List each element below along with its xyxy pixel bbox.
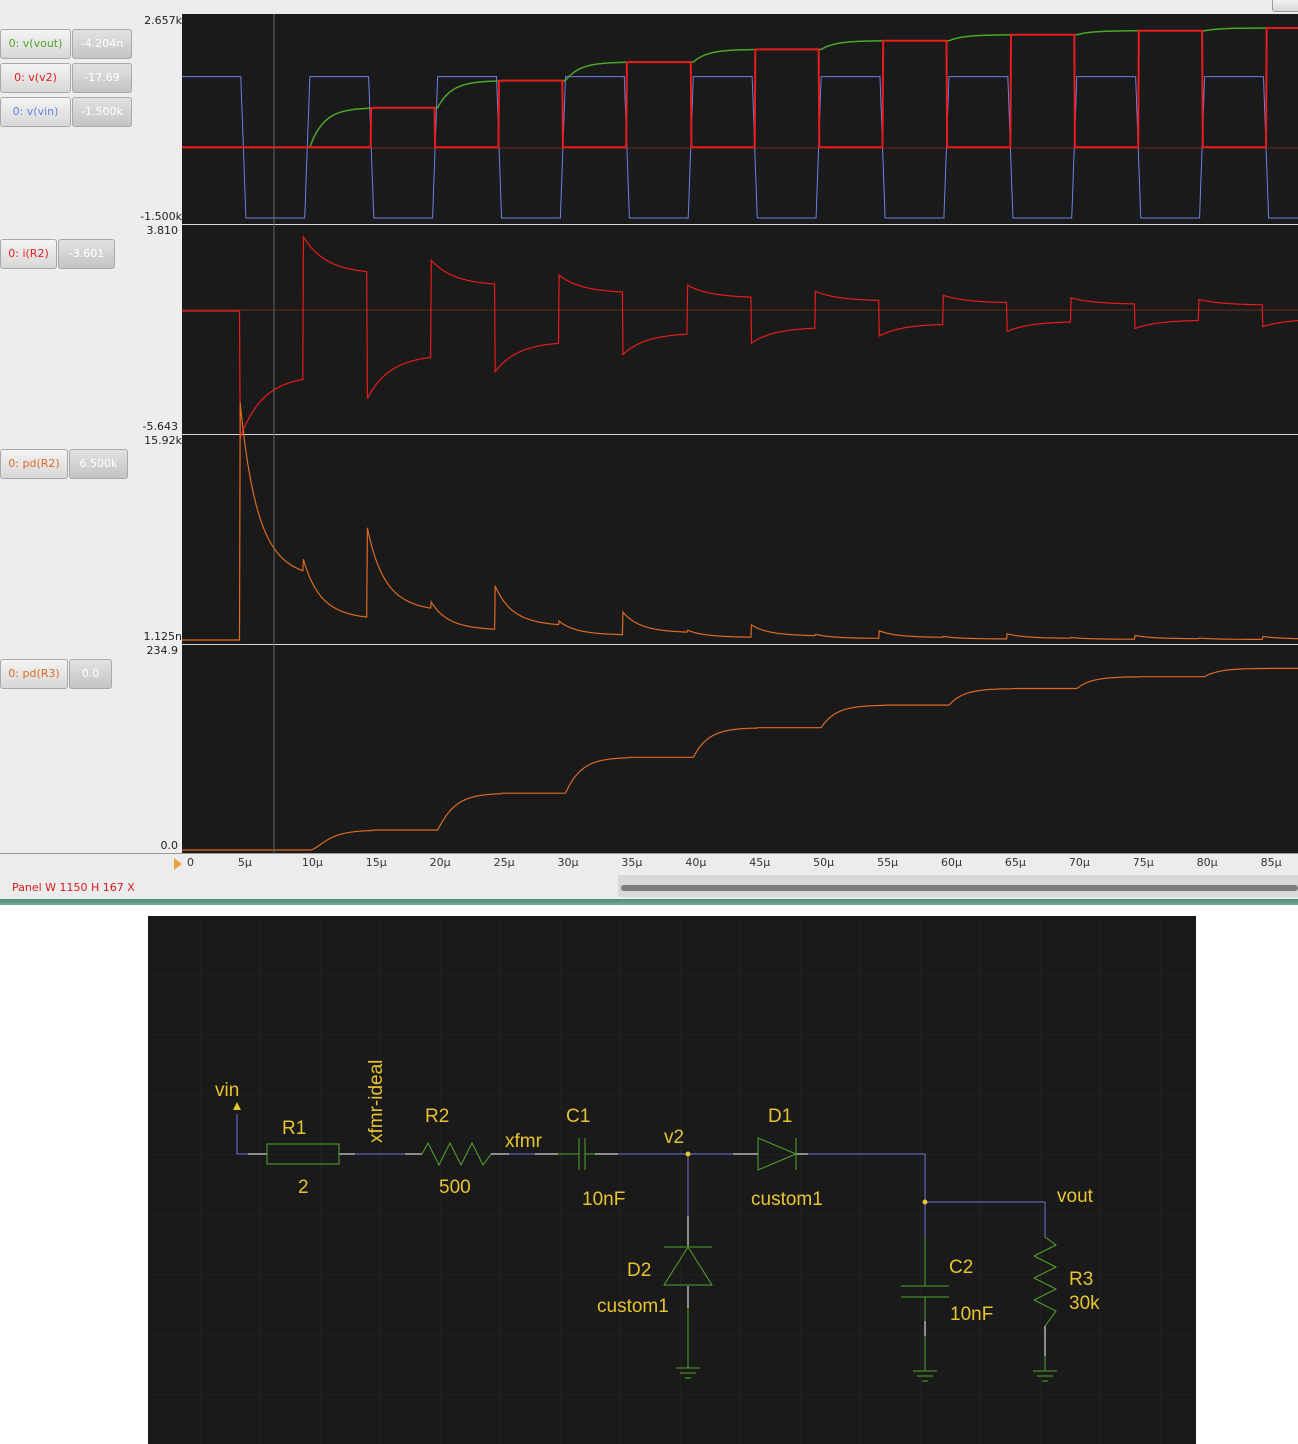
trace-name-v2[interactable]: 0: v(v2) <box>0 63 71 93</box>
axis-origin-marker-icon[interactable] <box>174 858 182 870</box>
net-label-vout: vout <box>1057 1186 1094 1207</box>
r3-ref: R3 <box>1069 1269 1093 1290</box>
time-tick-label: 25µ <box>493 856 515 869</box>
trace-name-vin[interactable]: 0: v(vin) <box>0 97 71 127</box>
r1-value: 2 <box>298 1177 309 1198</box>
net-label-v2: v2 <box>664 1127 684 1148</box>
plot-background <box>182 14 1298 853</box>
trace-name-pd-r3[interactable]: 0: pd(R3) <box>0 659 68 689</box>
panel-1-ymin: -1.500k <box>140 210 182 223</box>
d1-ref: D1 <box>768 1106 792 1127</box>
time-tick-label: 5µ <box>237 856 252 869</box>
time-axis: Panel W 1150 H 167 X 0 5µ 10µ 15µ 20µ 25µ 30µ 3… <box>0 853 1298 899</box>
time-tick-label: 45µ <box>749 856 771 869</box>
r2-value: 500 <box>439 1177 471 1198</box>
trace-value-pd-r2: 6.500k <box>69 449 128 479</box>
trace-value-pd-r3: 0.0 <box>69 659 112 689</box>
time-tick-label: 35µ <box>621 856 643 869</box>
d2-ref: D2 <box>627 1260 651 1281</box>
c2-value: 10nF <box>950 1304 993 1325</box>
trace-value-vin: -1.500k <box>72 97 132 127</box>
net-label-xfmr-ideal: xfmr-ideal <box>366 1060 387 1143</box>
time-tick-label: 40µ <box>685 856 707 869</box>
time-tick-label: 65µ <box>1004 856 1026 869</box>
panel-2-ymin: -5.643 <box>142 420 178 433</box>
panel-4-ymin: 0.0 <box>160 839 179 852</box>
schematic-pane: vin R1 2 xfmr-ideal R2 500 xfmr C1 10nF … <box>0 905 1298 1444</box>
c2-ref: C2 <box>949 1257 973 1278</box>
net-label-xfmr: xfmr <box>505 1131 543 1152</box>
schematic-canvas[interactable]: vin R1 2 xfmr-ideal R2 500 xfmr C1 10nF … <box>148 916 1196 1444</box>
time-tick-label: 80µ <box>1196 856 1218 869</box>
panel-4-ymax: 234.9 <box>146 644 179 657</box>
net-label-vin: vin <box>215 1080 239 1101</box>
time-tick-label: 30µ <box>557 856 579 869</box>
time-tick-label: 10µ <box>301 856 323 869</box>
d2-value: custom1 <box>597 1296 669 1317</box>
panel-3-ymax: 15.92k <box>144 434 182 447</box>
window-button[interactable] <box>1272 0 1298 12</box>
time-tick-label: 55µ <box>877 856 899 869</box>
r1-ref: R1 <box>282 1118 306 1139</box>
time-tick-label: 15µ <box>365 856 387 869</box>
trace-value-i-r2: -3.601 <box>58 239 115 269</box>
time-tick-label: 75µ <box>1132 856 1154 869</box>
r3-value: 30k <box>1069 1293 1100 1314</box>
panel-status-text: Panel W 1150 H 167 X <box>12 881 135 894</box>
top-strip <box>0 0 1298 14</box>
trace-name-i-r2[interactable]: 0: i(R2) <box>0 239 57 269</box>
panel-3-ymin: 1.125n <box>143 630 182 643</box>
time-tick-label: 70µ <box>1068 856 1090 869</box>
waveform-plot-area[interactable] <box>182 14 1298 853</box>
time-tick-label: 85µ <box>1260 856 1282 869</box>
trace-sidebar: 0: v(vout) -4.204n 0: v(v2) -17.69 0: v(… <box>0 14 182 854</box>
time-tick-label: 50µ <box>813 856 835 869</box>
time-tick-label: 60µ <box>941 856 962 869</box>
trace-value-vout: -4.204n <box>72 29 132 59</box>
c1-value: 10nF <box>582 1189 625 1210</box>
time-tick-label: 20µ <box>429 856 451 869</box>
scrollbar-thumb[interactable] <box>621 885 1298 891</box>
trace-name-vout[interactable]: 0: v(vout) <box>0 29 71 59</box>
c1-ref: C1 <box>566 1106 590 1127</box>
r2-ref: R2 <box>425 1106 449 1127</box>
time-tick-label: 0 <box>187 856 194 869</box>
junction-v2 <box>685 1151 691 1157</box>
panel-2-ymax: 3.810 <box>146 224 179 237</box>
d1-value: custom1 <box>751 1189 823 1210</box>
trace-value-v2: -17.69 <box>72 63 132 93</box>
panel-1-ymax: 2.657k <box>144 14 182 27</box>
junction-vout <box>922 1199 928 1205</box>
trace-name-pd-r2[interactable]: 0: pd(R2) <box>0 449 68 479</box>
